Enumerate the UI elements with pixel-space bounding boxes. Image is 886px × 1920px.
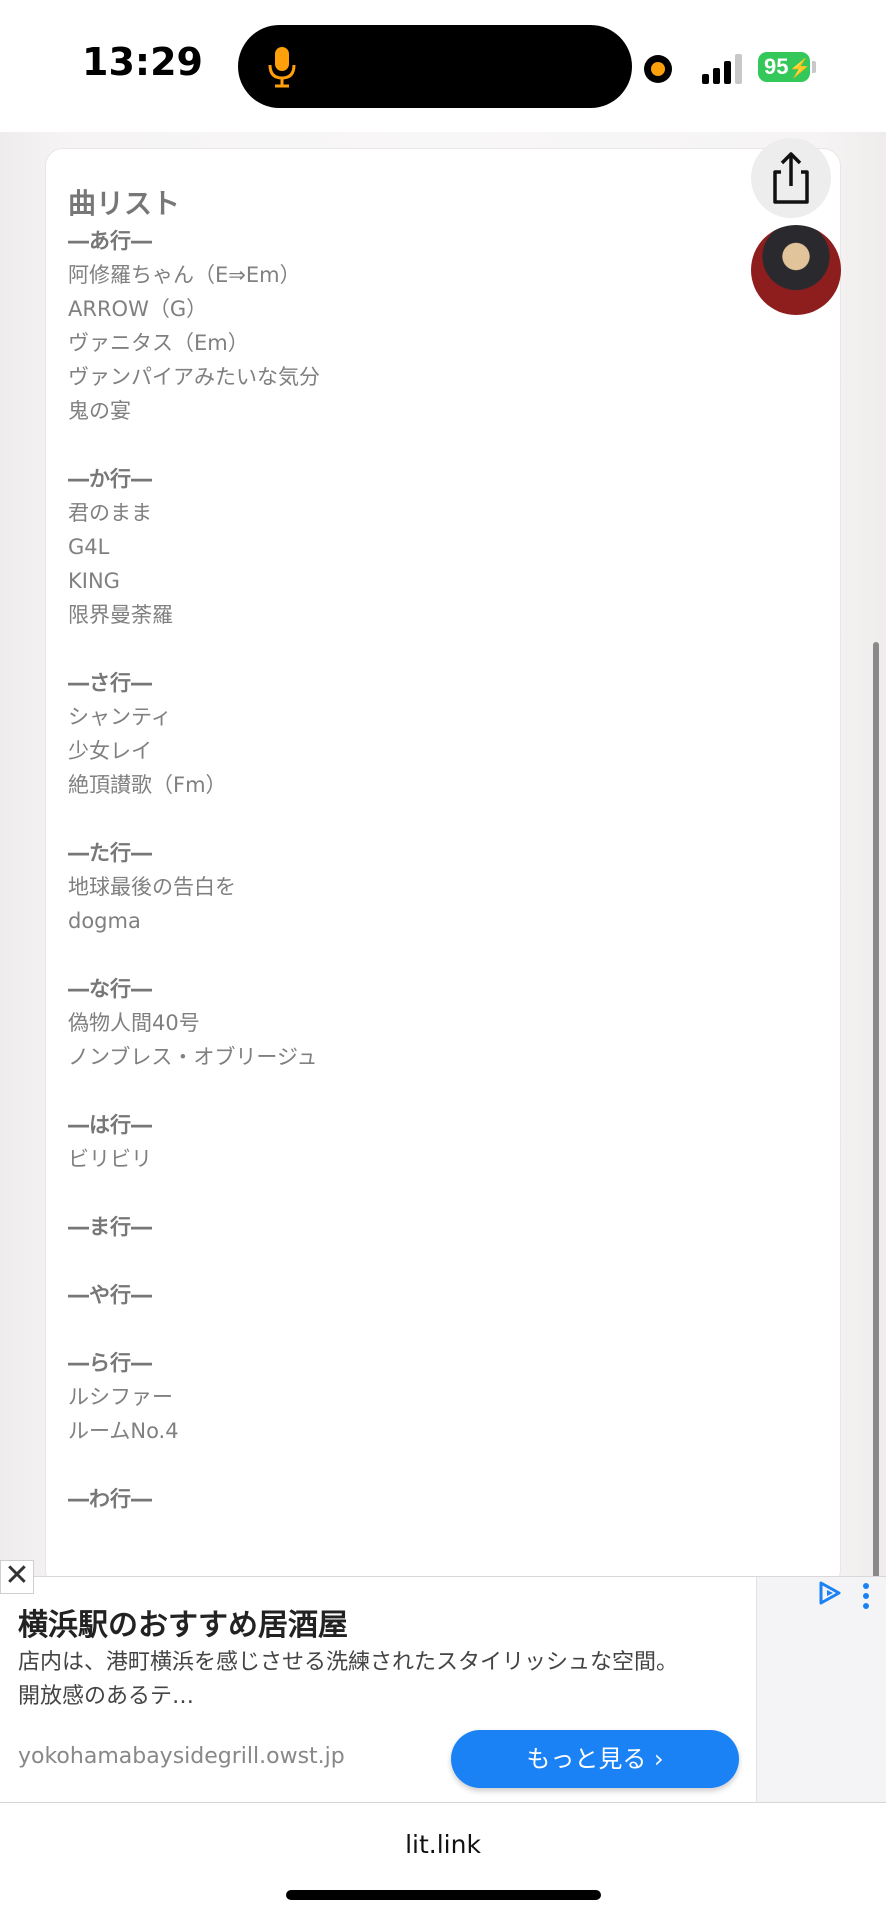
section-heading: ―た行― [68, 841, 152, 865]
song-item: 鬼の宴 [68, 399, 131, 423]
song-list-title: 曲リスト [68, 187, 181, 220]
section-heading: ―ら行― [68, 1351, 152, 1375]
song-item: 君のまま [68, 501, 152, 525]
section-heading: ―さ行― [68, 671, 152, 695]
section-sa: ―さ行― シャンティ 少女レイ 絶頂讃歌（Fm） [68, 666, 668, 802]
song-item: ルームNo.4 [68, 1419, 179, 1443]
ad-description[interactable]: 店内は、港町横浜を感じさせる洗練されたスタイリッシュな空間。開放感のあるテ… [18, 1646, 698, 1714]
section-ha: ―は行― ビリビリ [68, 1108, 668, 1176]
section-heading: ―わ行― [68, 1487, 152, 1511]
song-item: 絶頂讃歌（Fm） [68, 773, 227, 797]
song-item: ARROW（G） [68, 297, 208, 321]
charging-bolt-icon: ⚡ [788, 58, 811, 78]
home-indicator[interactable] [286, 1890, 601, 1900]
ad-menu-icon[interactable] [862, 1582, 870, 1610]
song-item: G4L [68, 535, 110, 559]
song-item: 阿修羅ちゃん（E⇒Em） [68, 263, 301, 287]
battery-icon: 95⚡ [758, 52, 811, 82]
section-ra: ―ら行― ルシファー ルームNo.4 [68, 1346, 668, 1448]
section-heading: ―あ行― [68, 229, 152, 253]
ad-choices-icon[interactable] [817, 1580, 843, 1606]
song-list: ―あ行― 阿修羅ちゃん（E⇒Em） ARROW（G） ヴァニタス（Em） ヴァン… [68, 224, 668, 1550]
ad-domain[interactable]: yokohamabaysidegrill.owst.jp [18, 1744, 345, 1769]
section-heading: ―な行― [68, 977, 152, 1001]
battery-tip [812, 61, 816, 73]
song-item: dogma [68, 909, 141, 933]
ad-close-button[interactable]: ✕ [0, 1560, 34, 1594]
recording-indicator-icon [644, 55, 672, 83]
battery-level: 95 [764, 54, 789, 79]
song-item: 偽物人間40号 [68, 1011, 200, 1035]
cellular-signal-icon [702, 54, 742, 84]
ad-cta-button[interactable]: もっと見る › [451, 1730, 739, 1788]
section-na: ―な行― 偽物人間40号 ノンブレス・オブリージュ [68, 972, 668, 1074]
section-ka: ―か行― 君のまま G4L KING 限界曼荼羅 [68, 462, 668, 632]
ad-side-panel [756, 1577, 886, 1803]
song-item: シャンティ [68, 705, 172, 729]
scrollbar[interactable] [873, 642, 879, 1652]
section-wa: ―わ行― [68, 1482, 668, 1516]
section-heading: ―ま行― [68, 1215, 152, 1239]
song-item: KING [68, 569, 120, 593]
section-ta: ―た行― 地球最後の告白を dogma [68, 836, 668, 938]
section-ma: ―ま行― [68, 1210, 668, 1244]
dynamic-island [238, 25, 632, 108]
avatar[interactable] [751, 225, 841, 315]
song-item: ノンブレス・オブリージュ [68, 1045, 318, 1069]
status-bar: 13:29 95⚡ [0, 0, 886, 132]
section-ya: ―や行― [68, 1278, 668, 1312]
share-icon [773, 152, 809, 204]
microphone-icon [268, 47, 296, 88]
section-heading: ―や行― [68, 1283, 152, 1307]
section-heading: ―は行― [68, 1113, 152, 1137]
song-item: 少女レイ [68, 739, 152, 763]
section-a: ―あ行― 阿修羅ちゃん（E⇒Em） ARROW（G） ヴァニタス（Em） ヴァン… [68, 224, 668, 428]
status-time: 13:29 [82, 40, 203, 84]
share-button[interactable] [751, 138, 831, 218]
url-text[interactable]: lit.link [0, 1830, 886, 1859]
song-item: ルシファー [68, 1385, 173, 1409]
ad-title[interactable]: 横浜駅のおすすめ居酒屋 [18, 1600, 348, 1644]
song-item: ヴァニタス（Em） [68, 331, 249, 355]
section-heading: ―か行― [68, 467, 152, 491]
song-item: 地球最後の告白を [68, 875, 236, 899]
song-item: 限界曼荼羅 [68, 603, 173, 627]
song-item: ヴァンパイアみたいな気分 [68, 365, 320, 389]
song-item: ビリビリ [68, 1147, 152, 1171]
browser-address-bar[interactable] [0, 1802, 886, 1920]
